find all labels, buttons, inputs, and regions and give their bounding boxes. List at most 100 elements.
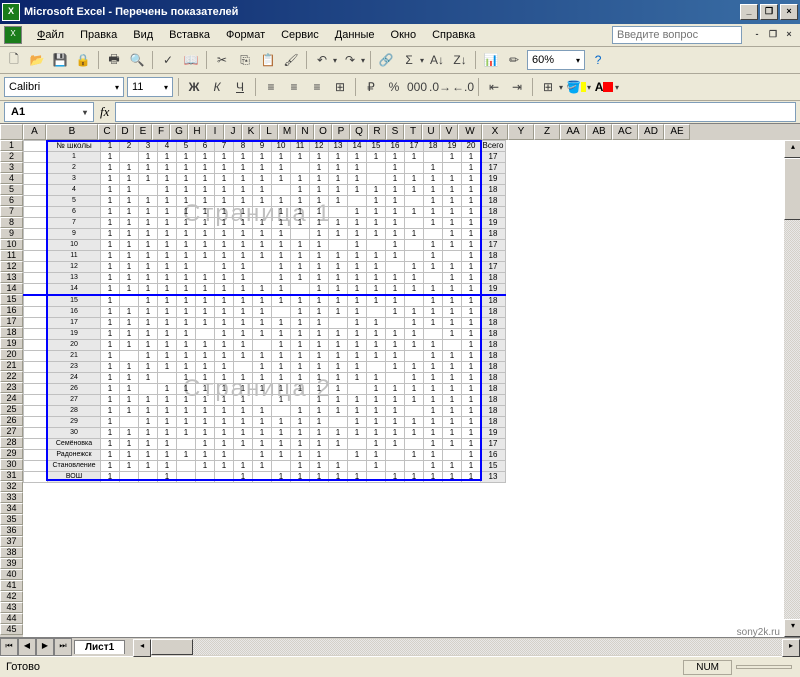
col-header-AA[interactable]: AA [560, 124, 586, 140]
sort-asc-icon[interactable]: A↓ [427, 50, 447, 70]
tab-first-button[interactable]: ⏮ [0, 638, 18, 656]
doc-close-button[interactable]: × [782, 29, 796, 41]
currency-icon[interactable]: ₽ [361, 77, 381, 97]
row-header-20[interactable]: 20 [0, 349, 23, 360]
increase-decimal-icon[interactable]: .0→ [430, 77, 450, 97]
row-header-27[interactable]: 27 [0, 426, 23, 437]
col-header-J[interactable]: J [224, 124, 242, 140]
row-header-23[interactable]: 23 [0, 382, 23, 393]
borders-dropdown[interactable]: ▾ [559, 83, 563, 92]
fill-color-icon[interactable]: 🪣 [566, 77, 586, 97]
bold-icon[interactable]: Ж [184, 77, 204, 97]
chart-icon[interactable]: 📊 [481, 50, 501, 70]
col-header-B[interactable]: B [46, 124, 98, 140]
preview-icon[interactable]: 🔍 [127, 50, 147, 70]
decrease-decimal-icon[interactable]: ←.0 [453, 77, 473, 97]
format-painter-icon[interactable]: 🖌 [281, 50, 301, 70]
col-header-L[interactable]: L [260, 124, 278, 140]
scroll-left-button[interactable]: ◂ [133, 639, 151, 657]
row-header-41[interactable]: 41 [0, 580, 23, 591]
menu-edit[interactable]: Правка [73, 27, 124, 43]
restore-button[interactable]: ❐ [760, 4, 778, 20]
col-header-S[interactable]: S [386, 124, 404, 140]
undo-icon[interactable]: ↶ [312, 50, 332, 70]
research-icon[interactable]: 📖 [181, 50, 201, 70]
underline-icon[interactable]: Ч [230, 77, 250, 97]
row-header-22[interactable]: 22 [0, 371, 23, 382]
sort-desc-icon[interactable]: Z↓ [450, 50, 470, 70]
formula-bar[interactable] [115, 102, 796, 122]
new-icon[interactable]: 🗋 [4, 50, 24, 70]
autosum-icon[interactable]: Σ [399, 50, 419, 70]
font-color-icon[interactable]: A [594, 77, 614, 97]
row-header-7[interactable]: 7 [0, 206, 23, 217]
help-icon[interactable]: ? [588, 50, 608, 70]
row-header-11[interactable]: 11 [0, 250, 23, 261]
align-right-icon[interactable]: ≡ [307, 77, 327, 97]
menu-help[interactable]: Справка [425, 27, 482, 43]
col-header-V[interactable]: V [440, 124, 458, 140]
row-header-4[interactable]: 4 [0, 173, 23, 184]
tab-last-button[interactable]: ⏭ [54, 638, 72, 656]
col-header-X[interactable]: X [482, 124, 508, 140]
col-header-Q[interactable]: Q [350, 124, 368, 140]
row-header-14[interactable]: 14 [0, 283, 23, 294]
row-header-25[interactable]: 25 [0, 404, 23, 415]
select-all-corner[interactable] [0, 124, 23, 140]
fx-label[interactable]: fx [100, 104, 109, 120]
col-header-Z[interactable]: Z [534, 124, 560, 140]
name-box[interactable]: A1▾ [4, 102, 94, 122]
redo-dropdown[interactable]: ▾ [361, 56, 365, 65]
row-header-39[interactable]: 39 [0, 558, 23, 569]
vertical-scrollbar[interactable]: ▴ ▾ [784, 140, 800, 637]
sheet-tab-1[interactable]: Лист1 [74, 640, 125, 654]
row-header-45[interactable]: 45 [0, 624, 23, 635]
row-header-1[interactable]: 1 [0, 140, 23, 151]
col-header-A[interactable]: A [23, 124, 46, 140]
tab-prev-button[interactable]: ◀ [18, 638, 36, 656]
cells-container[interactable]: Страница 1 Страница 2 № школы12345678910… [23, 140, 800, 637]
doc-restore-button[interactable]: ❐ [766, 29, 780, 41]
font-color-dropdown[interactable]: ▾ [615, 83, 619, 92]
col-header-AE[interactable]: AE [664, 124, 690, 140]
decrease-indent-icon[interactable]: ⇤ [484, 77, 504, 97]
col-header-M[interactable]: M [278, 124, 296, 140]
col-header-I[interactable]: I [206, 124, 224, 140]
col-header-U[interactable]: U [422, 124, 440, 140]
comma-icon[interactable]: 000 [407, 77, 427, 97]
col-header-C[interactable]: C [98, 124, 116, 140]
cut-icon[interactable]: ✂ [212, 50, 232, 70]
row-header-37[interactable]: 37 [0, 536, 23, 547]
col-header-O[interactable]: O [314, 124, 332, 140]
menu-data[interactable]: Данные [328, 27, 382, 43]
col-header-R[interactable]: R [368, 124, 386, 140]
row-header-26[interactable]: 26 [0, 415, 23, 426]
row-header-36[interactable]: 36 [0, 525, 23, 536]
redo-icon[interactable]: ↷ [340, 50, 360, 70]
menu-insert[interactable]: Вставка [162, 27, 217, 43]
col-header-H[interactable]: H [188, 124, 206, 140]
align-center-icon[interactable]: ≡ [284, 77, 304, 97]
row-header-29[interactable]: 29 [0, 448, 23, 459]
row-header-34[interactable]: 34 [0, 503, 23, 514]
row-header-38[interactable]: 38 [0, 547, 23, 558]
permission-icon[interactable]: 🔒 [73, 50, 93, 70]
help-search-input[interactable] [612, 26, 742, 44]
percent-icon[interactable]: % [384, 77, 404, 97]
undo-dropdown[interactable]: ▾ [333, 56, 337, 65]
increase-indent-icon[interactable]: ⇥ [507, 77, 527, 97]
col-header-W[interactable]: W [458, 124, 482, 140]
row-header-28[interactable]: 28 [0, 437, 23, 448]
col-header-F[interactable]: F [152, 124, 170, 140]
col-header-AC[interactable]: AC [612, 124, 638, 140]
col-header-E[interactable]: E [134, 124, 152, 140]
row-header-17[interactable]: 17 [0, 316, 23, 327]
col-header-AB[interactable]: AB [586, 124, 612, 140]
font-size-select[interactable]: 11▾ [127, 77, 173, 97]
font-name-select[interactable]: Calibri▾ [4, 77, 124, 97]
row-header-40[interactable]: 40 [0, 569, 23, 580]
row-header-42[interactable]: 42 [0, 591, 23, 602]
col-header-N[interactable]: N [296, 124, 314, 140]
row-header-15[interactable]: 15 [0, 294, 23, 305]
row-header-3[interactable]: 3 [0, 162, 23, 173]
